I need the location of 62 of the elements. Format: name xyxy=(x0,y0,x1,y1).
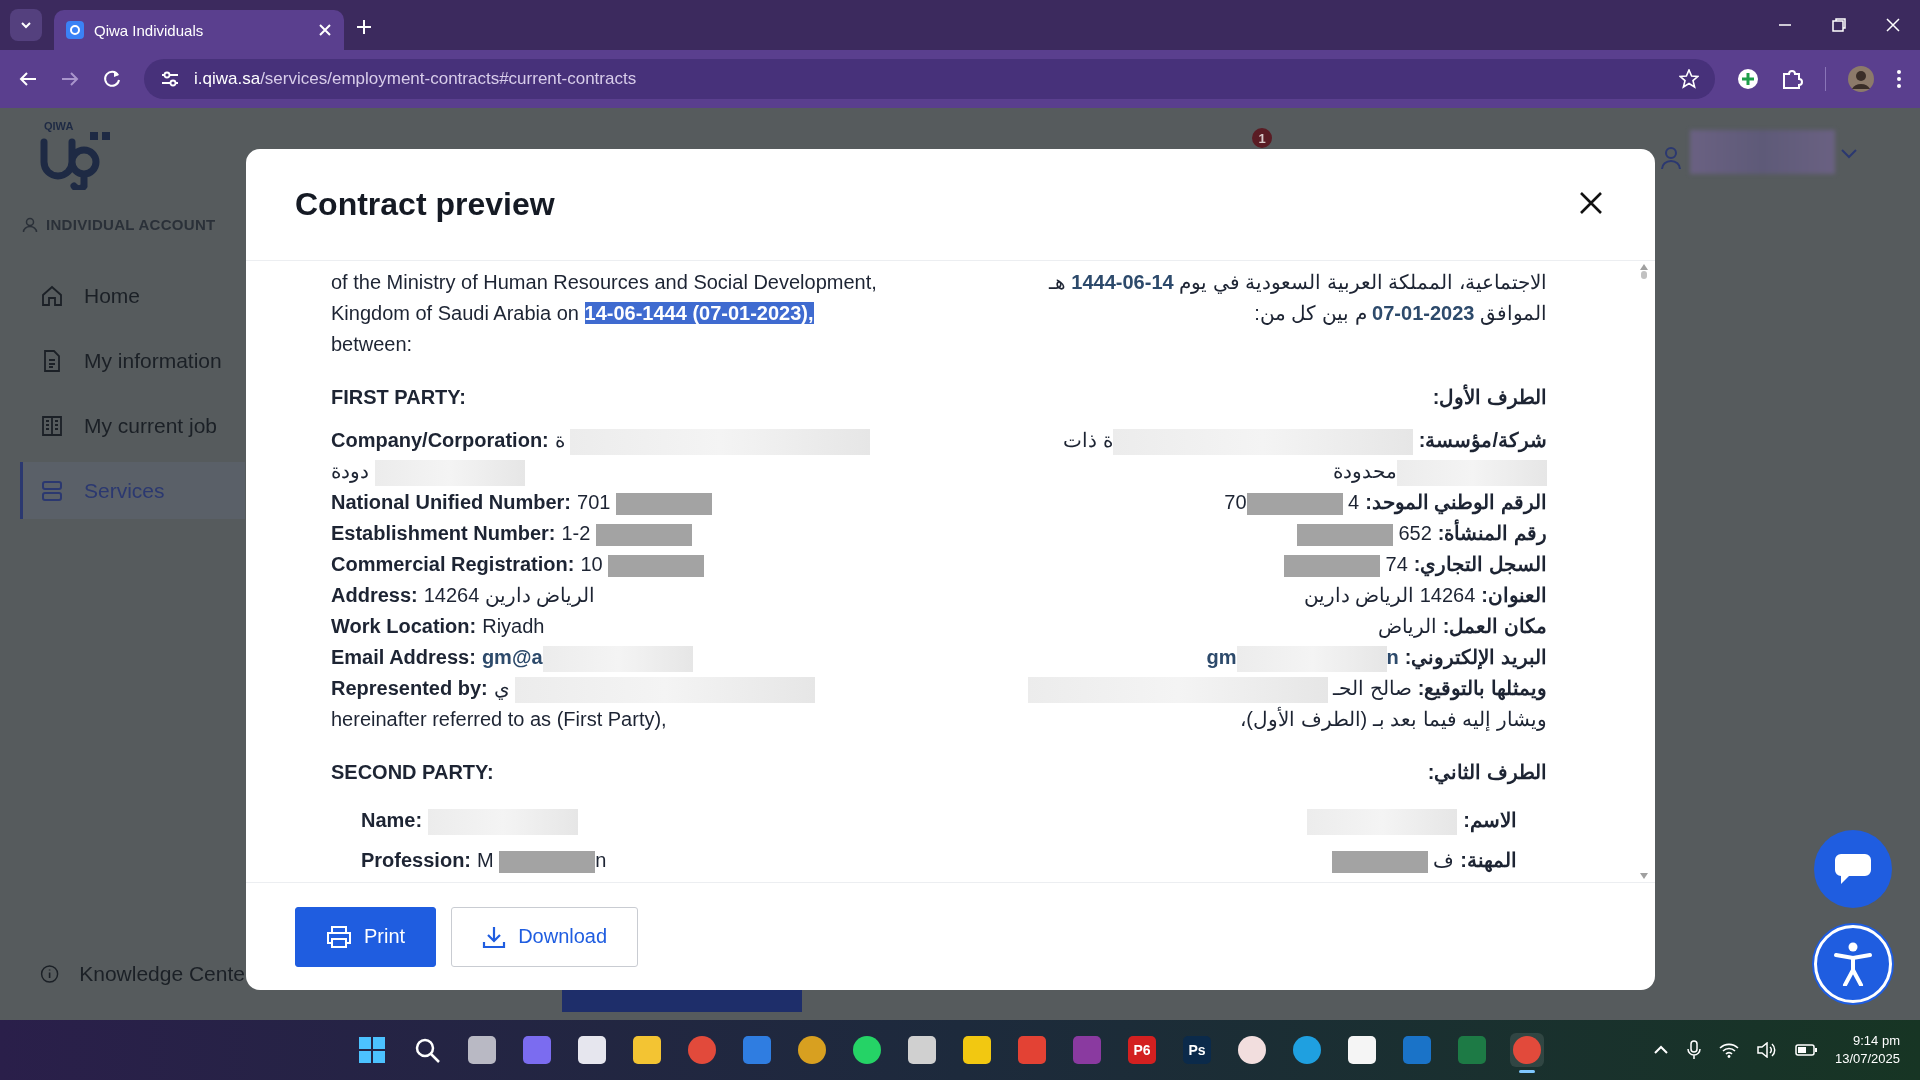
section-heading: الطرف الأول: xyxy=(1432,383,1547,412)
field-label: السجل التجاري: xyxy=(1413,552,1547,579)
logo-text: QIWA xyxy=(44,120,75,132)
field-label: Name: xyxy=(361,808,423,833)
section-heading: الطرف الثاني: xyxy=(1427,760,1547,787)
contract-text: ويشار إليه فيما بعد بـ (الطرف الأول)، xyxy=(1240,706,1547,733)
field-value: 701 xyxy=(577,490,611,515)
field-label: Profession: xyxy=(361,848,472,873)
field-value: ة ذات xyxy=(1063,428,1113,453)
field-label: Work Location: xyxy=(331,614,477,639)
field-label: Establishment Number: xyxy=(331,521,556,546)
field-label: الرقم الوطني الموحد: xyxy=(1365,490,1547,517)
field-value: n xyxy=(1386,645,1399,670)
field-label: الاسم: xyxy=(1463,808,1517,835)
field-value: 1-2 xyxy=(561,521,591,546)
field-value: محدودة xyxy=(1333,459,1397,485)
field-label: ويمثلها بالتوقيع: xyxy=(1417,676,1547,703)
section-heading: FIRST PARTY: xyxy=(331,385,466,410)
field-value: M xyxy=(477,848,494,873)
app-icon[interactable]: Ps xyxy=(1183,1036,1211,1064)
field-value: 74 xyxy=(1385,552,1408,577)
field-value: 652 xyxy=(1398,521,1432,546)
field-label: العنوان: xyxy=(1481,583,1547,610)
field-value: الرياض xyxy=(1377,614,1437,640)
download-button[interactable]: Download xyxy=(451,906,639,967)
address-bar[interactable]: i.qiwa.sa/services/employment-contracts#current-contracts xyxy=(144,59,1715,99)
field-value: ي xyxy=(493,676,510,702)
field-label: شركة/مؤسسة: xyxy=(1418,428,1547,455)
field-label: Email Address: xyxy=(331,645,476,670)
field-value: n xyxy=(595,848,607,873)
contract-text: of the Ministry of Human Resources and Social Development, xyxy=(331,270,877,295)
dialog-title: Contract preview xyxy=(295,186,555,223)
clock[interactable]: 9:14 pm 13/07/2025 xyxy=(1834,1032,1900,1068)
notification-badge: 1 xyxy=(1252,128,1272,148)
field-label: Represented by: xyxy=(331,676,488,701)
field-label: المهنة: xyxy=(1460,848,1517,874)
field-value: صالح الحـ xyxy=(1333,676,1412,702)
field-label: Address: xyxy=(331,583,418,608)
field-label: البريد الإلكتروني: xyxy=(1404,645,1547,672)
field-label: Company/Corporation: xyxy=(331,428,549,453)
field-value: ة xyxy=(554,428,565,453)
field-value: gm@a xyxy=(481,645,543,670)
contract-text: Kingdom of Saudi Arabia on 14-06-1444 (07-01-2023), xyxy=(331,301,814,326)
section-heading: SECOND PARTY: xyxy=(331,760,494,785)
field-value: 14264 الرياض دارين xyxy=(423,583,596,609)
field-value: gm xyxy=(1206,645,1237,670)
field-value: 14264 الرياض دارين xyxy=(1303,583,1476,609)
field-value: دودة xyxy=(331,459,369,485)
app-icon[interactable]: P6 xyxy=(1128,1036,1156,1064)
contract-text: between: xyxy=(331,332,413,357)
field-value: 70 xyxy=(1224,490,1247,515)
field-label: Commercial Registration: xyxy=(331,552,575,577)
field-value: 4 xyxy=(1348,490,1360,515)
field-label: رقم المنشأة: xyxy=(1437,518,1547,549)
field-label: National Unified Number: xyxy=(331,490,571,515)
browser-tab[interactable]: Qiwa Individuals xyxy=(54,10,344,50)
print-button[interactable]: Print xyxy=(295,906,437,967)
field-value: 10 xyxy=(580,552,603,577)
field-value: ف xyxy=(1433,848,1455,873)
field-value: Riyadh xyxy=(482,614,545,639)
field-label: مكان العمل: xyxy=(1442,614,1547,639)
contract-text: hereinafter referred to as (First Party), xyxy=(331,707,667,732)
